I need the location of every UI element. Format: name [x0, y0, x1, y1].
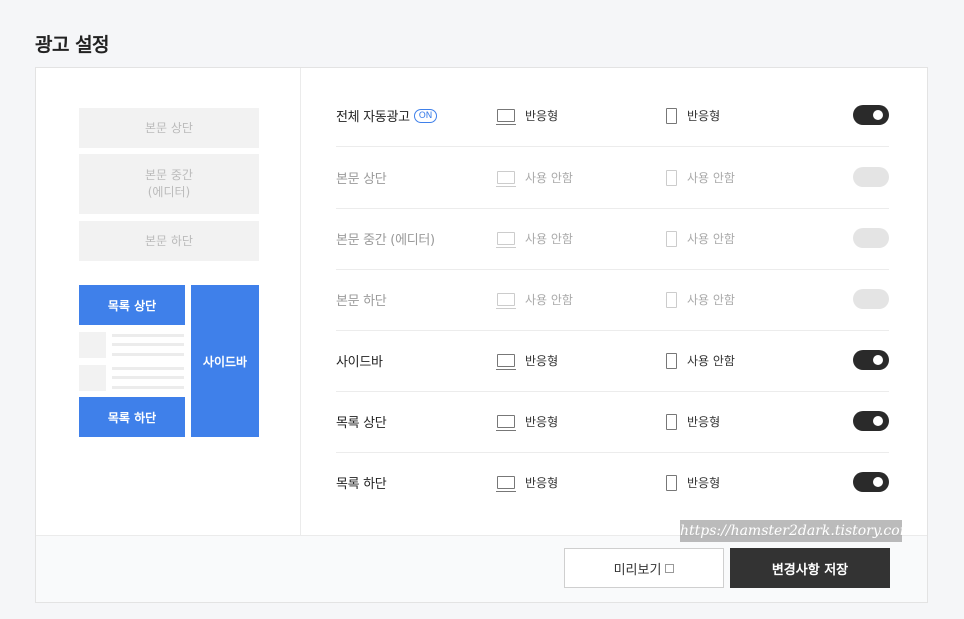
ad-position-preview: 본문 상단 본문 중간 (에디터) 본문 하단 목록 상단 사이드바 목록 하단: [36, 68, 301, 538]
ad-row-list-bottom: 목록 하단 반응형 반응형: [336, 452, 889, 513]
mobile-setting[interactable]: 사용 안함: [666, 147, 735, 208]
mobile-setting[interactable]: 반응형: [666, 452, 720, 513]
desktop-value: 반응형: [525, 109, 559, 123]
preview-list-thumb: [79, 365, 106, 391]
desktop-setting[interactable]: 반응형: [496, 391, 559, 452]
row-label: 목록 하단: [336, 477, 387, 492]
preview-body-top: 본문 상단: [79, 108, 259, 148]
desktop-setting[interactable]: 사용 안함: [496, 269, 573, 330]
desktop-setting[interactable]: 반응형: [496, 452, 559, 513]
mobile-icon: [666, 107, 677, 124]
toggle-switch[interactable]: [853, 289, 889, 309]
page-title: 광고 설정: [35, 34, 110, 56]
preview-body-middle-sublabel: (에디터): [147, 185, 191, 199]
mobile-icon: [666, 230, 677, 247]
preview-button[interactable]: 미리보기: [564, 548, 724, 588]
desktop-icon: [496, 232, 516, 248]
mobile-setting[interactable]: 반응형: [666, 391, 720, 452]
mobile-icon: [666, 352, 677, 369]
preview-body-top-label: 본문 상단: [145, 120, 193, 135]
ad-row-auto: 전체 자동광고 ON 반응형 반응형: [336, 85, 889, 147]
row-label: 본문 중간 (에디터): [336, 233, 435, 248]
row-label: 사이드바: [336, 355, 383, 370]
footer-bar: 미리보기 변경사항 저장: [36, 535, 927, 602]
ad-row-body-top: 본문 상단 사용 안함 사용 안함: [336, 147, 889, 209]
mobile-value: 사용 안함: [687, 293, 735, 307]
external-link-icon: [665, 563, 675, 573]
preview-list-top-label: 목록 상단: [107, 298, 157, 313]
desktop-icon: [496, 109, 516, 125]
preview-list-bottom-label: 목록 하단: [107, 410, 157, 425]
mobile-setting[interactable]: 사용 안함: [666, 269, 735, 330]
ad-row-body-bottom: 본문 하단 사용 안함 사용 안함: [336, 269, 889, 331]
mobile-setting[interactable]: 사용 안함: [666, 330, 735, 391]
preview-body-middle: 본문 중간 (에디터): [79, 154, 259, 214]
desktop-icon: [496, 476, 516, 492]
desktop-setting[interactable]: 반응형: [496, 330, 559, 391]
desktop-value: 반응형: [525, 476, 559, 490]
preview-list-bottom: 목록 하단: [79, 397, 185, 437]
desktop-value: 사용 안함: [525, 293, 573, 307]
preview-body-bottom: 본문 하단: [79, 221, 259, 261]
preview-list-line: [112, 386, 184, 389]
toggle-knob: [873, 416, 883, 426]
desktop-icon: [496, 293, 516, 309]
mobile-icon: [666, 413, 677, 430]
row-label-text: 전체 자동광고: [336, 110, 410, 125]
mobile-value: 반응형: [687, 415, 721, 429]
mobile-icon: [666, 474, 677, 491]
preview-list-line: [112, 343, 184, 346]
desktop-value: 반응형: [525, 354, 559, 368]
toggle-switch[interactable]: [853, 228, 889, 248]
desktop-setting[interactable]: 사용 안함: [496, 208, 573, 269]
preview-button-label: 미리보기: [613, 562, 662, 578]
ad-row-sidebar: 사이드바 반응형 사용 안함: [336, 330, 889, 392]
desktop-icon: [496, 415, 516, 431]
toggle-knob: [873, 355, 883, 365]
mobile-value: 사용 안함: [687, 232, 735, 246]
preview-list-thumb: [79, 332, 106, 358]
toggle-knob: [873, 477, 883, 487]
mobile-setting[interactable]: 반응형: [666, 85, 720, 146]
desktop-value: 사용 안함: [525, 232, 573, 246]
preview-list-line: [112, 353, 184, 356]
preview-sidebar: 사이드바: [191, 285, 259, 437]
desktop-icon: [496, 354, 516, 370]
row-label: 본문 상단: [336, 172, 387, 187]
row-label: 전체 자동광고 ON: [336, 85, 438, 146]
toggle-switch[interactable]: [853, 350, 889, 370]
watermark: https://hamster2dark.tistory.com: [680, 520, 913, 542]
preview-list-line: [112, 334, 184, 337]
desktop-setting[interactable]: 사용 안함: [496, 147, 573, 208]
mobile-value: 사용 안함: [687, 171, 735, 185]
toggle-switch[interactable]: [853, 167, 889, 187]
preview-list-line: [112, 367, 184, 370]
desktop-value: 반응형: [525, 415, 559, 429]
row-label: 본문 하단: [336, 294, 387, 309]
toggle-knob: [873, 110, 883, 120]
mobile-value: 반응형: [687, 109, 721, 123]
desktop-setting[interactable]: 반응형: [496, 85, 559, 146]
mobile-value: 사용 안함: [687, 354, 735, 368]
mobile-setting[interactable]: 사용 안함: [666, 208, 735, 269]
save-changes-button[interactable]: 변경사항 저장: [730, 548, 890, 588]
preview-sidebar-label: 사이드바: [202, 354, 248, 369]
desktop-value: 사용 안함: [525, 171, 573, 185]
preview-list-top: 목록 상단: [79, 285, 185, 325]
toggle-switch[interactable]: [853, 411, 889, 431]
preview-body-bottom-label: 본문 하단: [145, 233, 193, 248]
mobile-icon: [666, 169, 677, 186]
preview-list-line: [112, 376, 184, 379]
toggle-switch[interactable]: [853, 105, 889, 125]
on-badge: ON: [413, 108, 438, 123]
toggle-switch[interactable]: [853, 472, 889, 492]
ad-row-list-top: 목록 상단 반응형 반응형: [336, 391, 889, 453]
mobile-icon: [666, 291, 677, 308]
desktop-icon: [496, 171, 516, 187]
preview-body-middle-label: 본문 중간: [145, 168, 193, 182]
mobile-value: 반응형: [687, 476, 721, 490]
ad-row-body-middle: 본문 중간 (에디터) 사용 안함 사용 안함: [336, 208, 889, 270]
row-label: 목록 상단: [336, 416, 387, 431]
